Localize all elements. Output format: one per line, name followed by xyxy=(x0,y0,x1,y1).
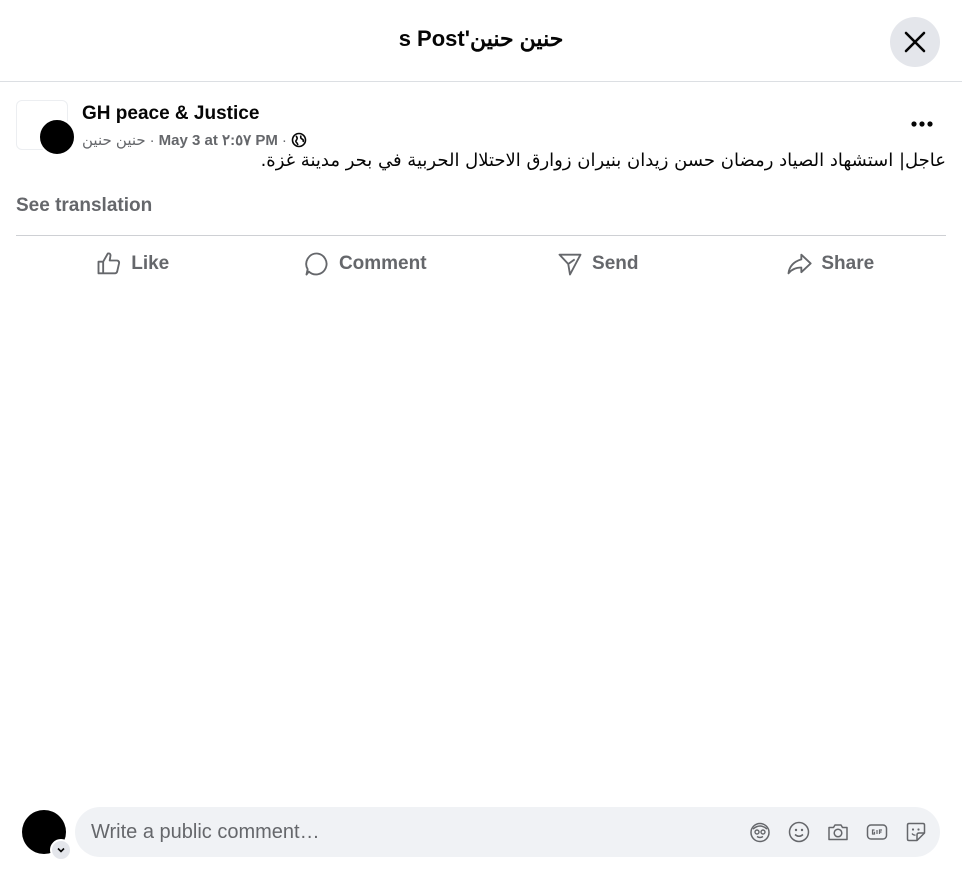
more-options-button[interactable] xyxy=(904,110,940,138)
comment-tools xyxy=(747,820,940,845)
camera-icon xyxy=(827,824,848,841)
see-translation-link[interactable]: See translation xyxy=(16,195,152,217)
globe-icon xyxy=(291,132,307,148)
sticker-icon xyxy=(906,822,925,842)
comment-label: Comment xyxy=(338,253,427,274)
post-meta: حنين حنين · May 3 at ٢:٥٧ PM · xyxy=(82,131,307,149)
comment-icon xyxy=(305,252,328,276)
share-icon xyxy=(787,253,812,275)
author-name[interactable]: حنين حنين xyxy=(82,131,146,149)
profile-switch-button[interactable] xyxy=(50,839,72,861)
emoji-button[interactable] xyxy=(786,820,811,845)
like-label: Like xyxy=(131,253,170,274)
dialog-title: حنين حنين's Post xyxy=(398,26,564,51)
comment-button[interactable]: Comment xyxy=(249,240,482,288)
meta-separator: · xyxy=(281,131,287,149)
send-icon xyxy=(558,253,582,276)
comment-box xyxy=(75,807,940,857)
more-icon xyxy=(911,121,933,127)
camera-button[interactable] xyxy=(825,820,850,845)
gif-button[interactable] xyxy=(864,820,889,845)
meta-separator: · xyxy=(149,131,155,149)
post-header: GH peace & Justice حنين حنين · May 3 at … xyxy=(16,100,946,156)
share-label: Share xyxy=(821,253,875,274)
send-label: Send xyxy=(592,253,639,274)
action-bar: Like Comment Send Share xyxy=(16,240,946,288)
avatar-sticker-icon xyxy=(749,822,770,843)
like-icon xyxy=(97,252,121,275)
close-icon xyxy=(904,31,926,53)
comment-bar xyxy=(22,807,940,861)
divider xyxy=(16,235,946,236)
post-text: عاجل| استشهاد الصياد رمضان حسن زيدان بني… xyxy=(260,150,946,171)
gif-icon xyxy=(866,824,887,840)
close-button[interactable] xyxy=(890,17,940,67)
sticker-button[interactable] xyxy=(903,820,928,845)
chevron-down-icon xyxy=(57,847,65,853)
like-button[interactable]: Like xyxy=(16,240,249,288)
emoji-icon xyxy=(788,821,809,843)
share-button[interactable]: Share xyxy=(714,240,947,288)
send-button[interactable]: Send xyxy=(481,240,714,288)
post-dialog: حنين حنين's Post GH peace & Justice حنين… xyxy=(0,0,962,881)
page-name[interactable]: GH peace & Justice xyxy=(82,103,259,125)
comment-input[interactable] xyxy=(75,819,747,845)
dialog-header: حنين حنين's Post xyxy=(0,0,962,82)
post-date[interactable]: May 3 at ٢:٥٧ PM xyxy=(159,131,278,149)
avatar-sticker-button[interactable] xyxy=(747,820,772,845)
